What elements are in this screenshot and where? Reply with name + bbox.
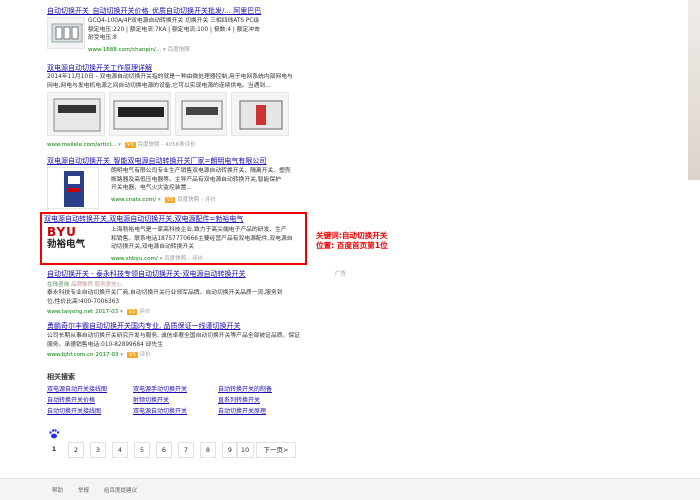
eval-link[interactable]: 评价 <box>139 309 150 315</box>
snapshot-link[interactable]: 百度快照 <box>177 197 199 203</box>
related-searches-title: 相关搜索 <box>47 373 75 381</box>
result-url[interactable]: www.cnats.com/ <box>111 197 156 203</box>
page-footer: 帮助 举报 给百度提建议 <box>0 478 700 500</box>
result-title-bjhf[interactable]: 勇鹏奇尔丰霸自动切换开关国内专业, 品质保证一线谨切换开关 <box>47 321 240 331</box>
brand-logo[interactable]: BYU 勃裕电气 <box>47 226 103 260</box>
result-desc: 上海勃裕电气是一家高科技企业,致力于高尖端电子产品的研发、生产 和销售。联系电话… <box>111 227 293 250</box>
result-thumbnail[interactable] <box>47 17 85 49</box>
result-desc: 2014年11月10日 - 双电源自动切换开关指的就是一种由微处理器控制,用于电… <box>47 74 293 89</box>
ad-tag: 广告 <box>335 271 347 277</box>
page-link[interactable]: 4 <box>112 442 128 458</box>
dropdown-arrow-icon[interactable]: ▾ <box>158 197 161 203</box>
v3-badge[interactable]: V3 <box>164 197 176 203</box>
result-url-row: www.taiyong.net 2017-03 ▾ V3 评价 <box>47 309 151 315</box>
dropdown-arrow-icon[interactable]: ▾ <box>163 47 166 53</box>
dropdown-arrow-icon[interactable]: ▾ <box>118 142 121 148</box>
page-link[interactable]: 7 <box>178 442 194 458</box>
eval-link[interactable]: 4056条评价 <box>165 142 196 148</box>
help-link[interactable]: 帮助 <box>52 486 63 494</box>
result-title-cnats[interactable]: 双电源自动切换开关_智能双电源自动转换开关厂家=朗明电气有限公司 <box>47 156 266 166</box>
result-image-3[interactable] <box>175 92 227 136</box>
page-1: 1 <box>51 445 57 453</box>
feedback-link[interactable]: 给百度提建议 <box>104 486 137 494</box>
eval-link[interactable]: 评价 <box>192 256 203 262</box>
related-search-link[interactable]: 自动切换开关接线图 <box>47 406 101 415</box>
page-link[interactable]: 8 <box>200 442 216 458</box>
result-url-row: www.shbyu.com/ ▾ 百度快照 - 评价 <box>111 256 204 262</box>
dropdown-arrow-icon[interactable]: ▾ <box>120 352 123 358</box>
rank-annotation: 位置: 百度首页第1位 <box>316 241 388 250</box>
result-title-shbyu[interactable]: 双电源自动转换开关,双电源自动切换开关,双电源配件=勃裕电气 <box>44 214 243 224</box>
v3-badge[interactable]: V3 <box>124 142 136 148</box>
result-url[interactable]: www.shbyu.com/ <box>111 256 158 262</box>
related-search-link[interactable]: 自动转换开关的制备 <box>218 384 272 393</box>
v3-badge[interactable]: V3 <box>127 352 138 358</box>
result-title-1688[interactable]: 自动切换开关_自动切换开关价格_优质自动切换开关批发/... 阿里巴巴 <box>47 6 261 16</box>
related-search-link[interactable]: 自动转换开关价格 <box>47 395 95 404</box>
paw-icon <box>48 428 60 440</box>
result-url[interactable]: www.1688.com/chanpin/... <box>88 47 161 53</box>
next-page-button[interactable]: 下一页> <box>256 442 296 458</box>
related-search-link[interactable]: 射频切换开关 <box>133 395 169 404</box>
result-image-2[interactable] <box>109 92 171 136</box>
result-url-row: www.cnats.com/ ▾ V3 百度快照 - 评价 <box>111 197 217 203</box>
dropdown-arrow-icon[interactable]: ▾ <box>160 256 163 262</box>
related-search-link[interactable]: 自动切换开关原理 <box>218 406 266 415</box>
eval-link[interactable]: 评价 <box>140 352 151 358</box>
page-link[interactable]: 5 <box>134 442 150 458</box>
result-url-row: www.1688.com/chanpin/... ▾ 百度快照 <box>88 45 190 53</box>
result-desc: 公司长期从事自动切换开关研究开发与服务, 诚信卓著全国自动切换开关等产品全部被证… <box>47 333 300 348</box>
snapshot-link[interactable]: 百度快照 <box>168 47 190 53</box>
result-url[interactable]: www.taiyong.net <box>47 309 93 315</box>
page-link[interactable]: 3 <box>90 442 106 458</box>
result-thumbnail[interactable] <box>47 167 99 209</box>
result-url-row: www.bjhf.com.cn 2017-03 ▾ V3 评价 <box>47 352 151 358</box>
right-side-image-edge <box>688 0 700 180</box>
snapshot-link[interactable]: 百度快照 <box>164 256 186 262</box>
result-desc: GCQ4-100A/4P双电源自动转换开关 切换开关 三相四线ATS PC级 额… <box>88 18 260 41</box>
result-title-taiyong[interactable]: 自动切换开关 - 泰永科技专领自动切换开关-双电源自动转换开关 <box>47 269 246 279</box>
related-search-link[interactable]: 双电源手动切换开关 <box>133 384 187 393</box>
result-desc: 泰永科技专业自动切换开关厂商,自动切换开关行业领军品牌。自动切换开关品质一流,服… <box>47 290 283 305</box>
logo-top-text: BYU <box>47 225 77 239</box>
eval-link[interactable]: 评价 <box>205 197 216 203</box>
v3-badge[interactable]: V3 <box>126 309 138 315</box>
result-url[interactable]: www.meilele.com/articl... <box>47 142 116 148</box>
related-search-link[interactable]: 双电源自动切换开关 <box>133 406 187 415</box>
credit-row: 在线咨询 品牌推荐 服务更放心 <box>47 282 123 288</box>
dropdown-arrow-icon[interactable]: ▾ <box>120 309 123 315</box>
page-link[interactable]: 6 <box>156 442 172 458</box>
related-search-link[interactable]: 直系列转换开关 <box>218 395 260 404</box>
result-title-principle[interactable]: 双电源自动切换开关工作原理详解 <box>47 63 152 73</box>
page-link[interactable]: 2 <box>68 442 84 458</box>
result-image-4[interactable] <box>231 92 289 136</box>
logo-bottom-text: 勃裕电气 <box>47 239 86 250</box>
page-link[interactable]: 10 <box>236 442 254 458</box>
related-search-link[interactable]: 双电源自动开关接线图 <box>47 384 107 393</box>
snapshot-link[interactable]: 百度快照 <box>137 142 159 148</box>
product-image <box>51 23 83 43</box>
report-link[interactable]: 举报 <box>78 486 89 494</box>
result-url[interactable]: www.bjhf.com.cn <box>47 352 94 358</box>
result-url-row: www.meilele.com/articl... ▾ V3 百度快照 - 40… <box>47 142 196 148</box>
result-desc: 朗明电气有限公司专业生产销售双电源自动转换开关、隔离开关、塑壳 断路器及高低压电… <box>111 168 291 191</box>
result-image-1[interactable] <box>47 92 105 136</box>
